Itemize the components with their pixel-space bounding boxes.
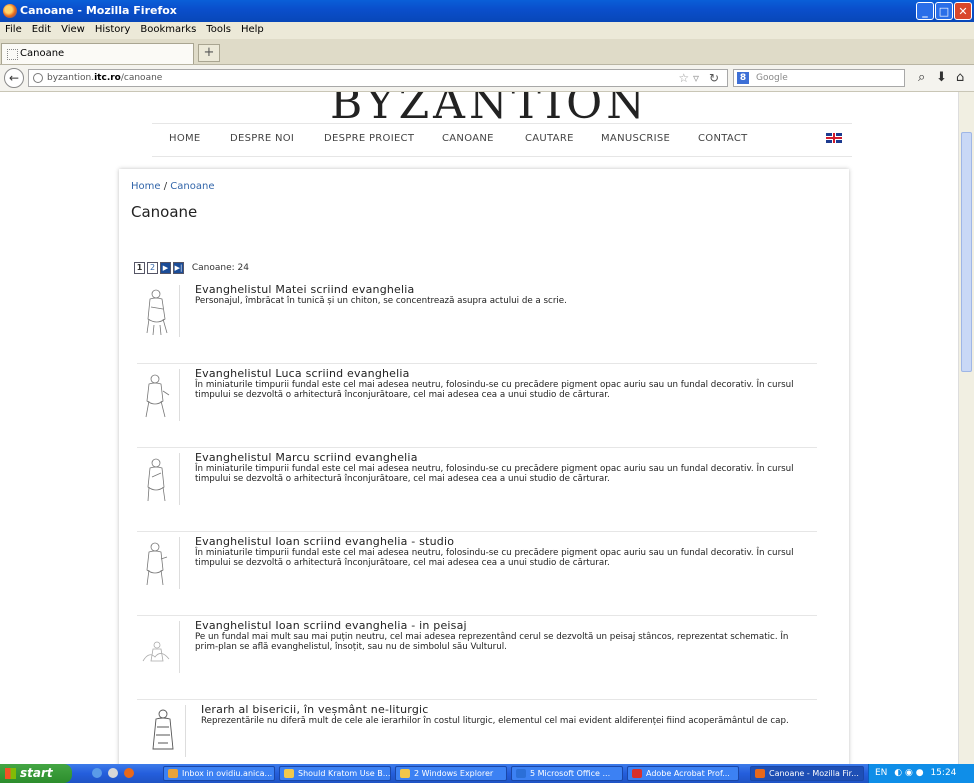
item-title[interactable]: Evanghelistul Luca scriind evanghelia — [195, 367, 410, 380]
list-item[interactable]: Evanghelistul Luca scriind evanghelia În… — [137, 363, 817, 448]
menu-help[interactable]: Help — [236, 22, 269, 35]
item-description: În miniaturile timpurii fundal este cel … — [195, 548, 794, 568]
home-icon[interactable]: ⌂ — [956, 70, 964, 85]
taskbar-button[interactable]: 2 Windows Explorer — [395, 766, 507, 781]
quicklaunch-browser-icon[interactable] — [92, 768, 102, 778]
nav-cautare[interactable]: CAUTARE — [525, 133, 574, 144]
last-page-icon[interactable]: ▶| — [173, 262, 184, 274]
language-indicator[interactable]: EN — [875, 768, 887, 778]
menu-edit[interactable]: Edit — [27, 22, 56, 35]
reload-icon[interactable]: ↻ — [709, 71, 719, 85]
search-box[interactable]: 8 Google — [733, 69, 905, 87]
url-bar[interactable]: byzantion.itc.ro/canoane ☆ ▿ ↻ — [28, 69, 728, 87]
window-title: Canoane - Mozilla Firefox — [20, 4, 177, 17]
item-title[interactable]: Evanghelistul Matei scriind evanghelia — [195, 283, 414, 296]
clock[interactable]: 15:24 — [930, 768, 956, 778]
nav-manuscrise[interactable]: MANUSCRISE — [601, 133, 670, 144]
page-2[interactable]: 2 — [147, 262, 158, 274]
close-button[interactable]: ✕ — [954, 2, 972, 20]
tab-bar: Canoane + — [0, 39, 974, 65]
page-favicon-icon — [7, 49, 18, 60]
nav-despre-noi[interactable]: DESPRE NOI — [230, 133, 294, 144]
downloads-icon[interactable]: ⬇ — [936, 70, 947, 85]
web-page: BYZANTION HOME DESPRE NOI DESPRE PROIECT… — [0, 92, 958, 764]
menu-tools[interactable]: Tools — [201, 22, 236, 35]
url-text: byzantion.itc.ro/canoane — [47, 73, 163, 83]
item-description: Pe un fundal mai mult sau mai puțin neut… — [195, 632, 789, 652]
system-tray: EN ◐ ◉ ● 15:24 — [868, 764, 974, 783]
menu-bar: File Edit View History Bookmarks Tools Help — [0, 22, 974, 39]
navigation-bar: ← byzantion.itc.ro/canoane ☆ ▿ ↻ 8 Googl… — [0, 65, 974, 92]
thumbnail-image[interactable] — [139, 369, 180, 421]
thumbnail-image[interactable] — [145, 705, 186, 757]
thumbnail-image[interactable] — [139, 285, 180, 337]
nav-despre-proiect[interactable]: DESPRE PROIECT — [324, 133, 414, 144]
breadcrumb-separator: / — [163, 181, 168, 192]
nav-contact[interactable]: CONTACT — [698, 133, 748, 144]
item-title[interactable]: Evanghelistul Marcu scriind evanghelia — [195, 451, 418, 464]
list-item[interactable]: Ierarh al bisericii, în veșmânt ne-litur… — [137, 699, 817, 764]
search-magnifier-icon[interactable]: ⌕ — [918, 70, 925, 85]
nav-home[interactable]: HOME — [169, 133, 201, 144]
thumbnail-image[interactable] — [139, 453, 180, 505]
globe-icon — [33, 73, 43, 83]
back-button[interactable]: ← — [4, 68, 24, 88]
quicklaunch-desktop-icon[interactable] — [108, 768, 118, 778]
scrollbar-thumb[interactable] — [961, 132, 972, 372]
search-engine-icon[interactable]: 8 — [737, 72, 749, 84]
taskbar-button[interactable]: 5 Microsoft Office ... — [511, 766, 623, 781]
tab-label: Canoane — [20, 48, 65, 59]
menu-file[interactable]: File — [0, 22, 27, 35]
item-description: În miniaturile timpurii fundal este cel … — [195, 464, 794, 484]
list-item[interactable]: Evanghelistul Ioan scriind evanghelia - … — [137, 531, 817, 616]
maximize-button[interactable]: □ — [935, 2, 953, 20]
minimize-button[interactable]: _ — [916, 2, 934, 20]
nav-canoane[interactable]: CANOANE — [442, 133, 494, 144]
tray-icons[interactable]: ◐ ◉ ● — [894, 768, 923, 778]
taskbar-button-active[interactable]: Canoane - Mozilla Fir... — [750, 766, 864, 781]
list-item[interactable]: Evanghelistul Matei scriind evanghelia P… — [137, 279, 817, 364]
thumbnail-image[interactable] — [139, 537, 180, 589]
item-title[interactable]: Evanghelistul Ioan scriind evanghelia - … — [195, 535, 454, 548]
thumbnail-image[interactable] — [139, 621, 180, 673]
item-description: Reprezentările nu diferă mult de cele al… — [201, 716, 789, 726]
main-content: Home / Canoane Canoane 1 2 ▶ ▶| Canoane: 24… — [119, 169, 849, 764]
taskbar-button[interactable]: Should Kratom Use B... — [279, 766, 391, 781]
taskbar-button[interactable]: Inbox in ovidiu.anica... — [163, 766, 275, 781]
quicklaunch-firefox-icon[interactable] — [124, 768, 134, 778]
menu-view[interactable]: View — [56, 22, 90, 35]
site-navigation: HOME DESPRE NOI DESPRE PROIECT CANOANE C… — [152, 123, 852, 157]
bookmark-star-icon[interactable]: ☆ ▿ — [678, 71, 699, 85]
windows-logo-icon — [5, 768, 16, 779]
firefox-icon — [3, 4, 17, 18]
breadcrumb-current[interactable]: Canoane — [170, 181, 214, 192]
item-title[interactable]: Ierarh al bisericii, în veșmânt ne-litur… — [201, 703, 429, 716]
new-tab-button[interactable]: + — [198, 44, 220, 62]
item-title[interactable]: Evanghelistul Ioan scriind evanghelia - … — [195, 619, 467, 632]
list-item[interactable]: Evanghelistul Ioan scriind evanghelia - … — [137, 615, 817, 700]
start-button[interactable]: start — [0, 764, 72, 783]
tab-canoane[interactable]: Canoane — [1, 43, 194, 64]
next-page-icon[interactable]: ▶ — [160, 262, 171, 274]
breadcrumb: Home / Canoane — [131, 181, 214, 192]
taskbar-button[interactable]: Adobe Acrobat Prof... — [627, 766, 739, 781]
pagination: 1 2 ▶ ▶| Canoane: 24 — [134, 262, 249, 274]
item-count: Canoane: 24 — [191, 263, 249, 273]
menu-bookmarks[interactable]: Bookmarks — [135, 22, 201, 35]
item-description: În miniaturile timpurii fundal este cel … — [195, 380, 794, 400]
english-flag-icon[interactable] — [826, 133, 842, 143]
list-item[interactable]: Evanghelistul Marcu scriind evanghelia Î… — [137, 447, 817, 532]
item-description: Personajul, îmbrăcat în tunică și un chi… — [195, 296, 567, 306]
menu-history[interactable]: History — [90, 22, 136, 35]
vertical-scrollbar[interactable] — [958, 92, 974, 764]
breadcrumb-home[interactable]: Home — [131, 181, 161, 192]
windows-taskbar: start Inbox in ovidiu.anica... Should Kr… — [0, 764, 974, 783]
window-titlebar: Canoane - Mozilla Firefox _ □ ✕ — [0, 0, 974, 22]
page-1[interactable]: 1 — [134, 262, 145, 274]
page-title: Canoane — [131, 203, 198, 221]
search-placeholder: Google — [756, 73, 788, 83]
